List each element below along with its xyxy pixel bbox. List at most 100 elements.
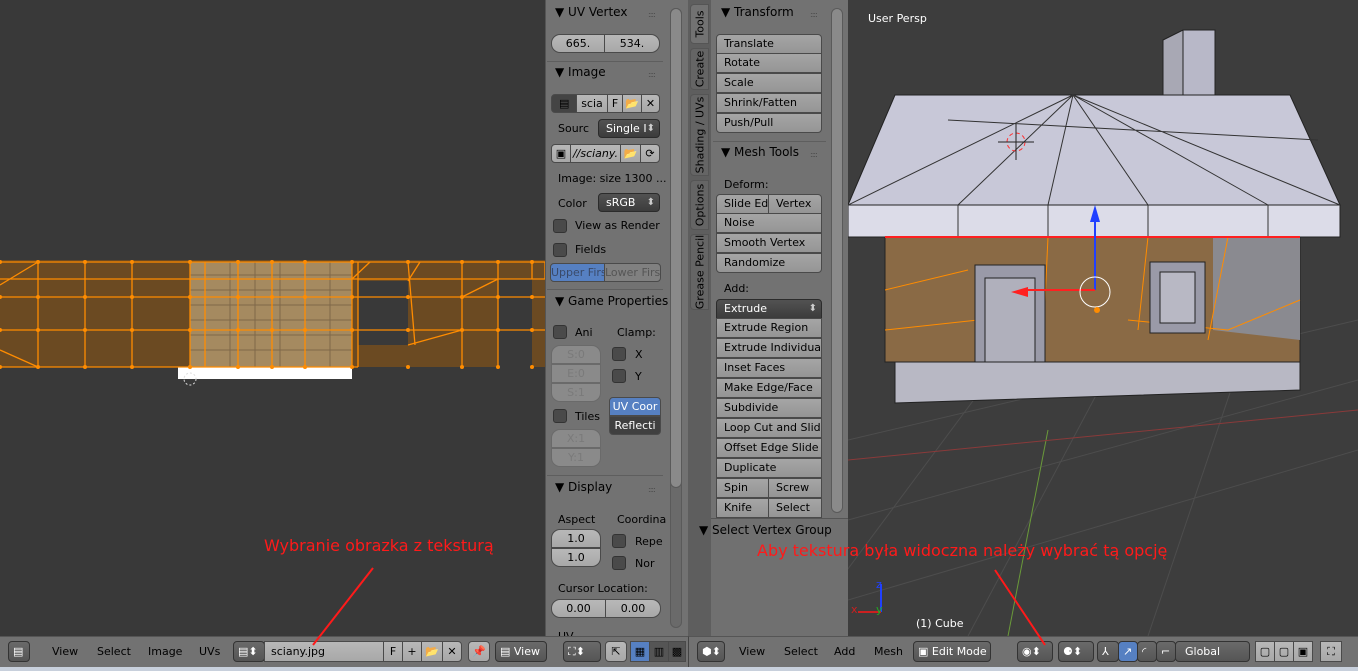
view-mode-dropdown[interactable]: ▤ View	[495, 641, 547, 662]
make-edge-face-button[interactable]: Make Edge/Face	[716, 378, 822, 398]
normalized-checkbox[interactable]	[612, 556, 626, 570]
uv-vertex[interactable]	[496, 260, 500, 264]
speed-field[interactable]: S:1	[551, 383, 601, 402]
uv-vertex-panel-header[interactable]: ▼ UV Vertex	[555, 5, 627, 19]
close-icon[interactable]: ✕	[641, 94, 660, 113]
uv-vertex[interactable]	[188, 260, 192, 264]
view-as-render-checkbox[interactable]	[553, 219, 567, 233]
uv-vertex-x-field[interactable]: 665.	[551, 34, 605, 53]
randomize-button[interactable]: Randomize	[716, 253, 822, 273]
fields-checkbox[interactable]	[553, 243, 567, 257]
knife-button[interactable]: Knife	[716, 498, 769, 518]
properties-scroll-thumb[interactable]	[670, 8, 682, 488]
new-image-icon[interactable]: +	[402, 641, 422, 662]
rotate-manipulator-icon[interactable]: ◜	[1137, 641, 1157, 662]
start-frame-field[interactable]: S:0	[551, 345, 601, 364]
uv-vertex[interactable]	[236, 365, 240, 369]
upper-first-toggle[interactable]: Upper Firs	[550, 263, 605, 282]
transform-panel-header[interactable]: ▼ Transform	[721, 5, 794, 19]
clamp-y-checkbox[interactable]	[612, 369, 626, 383]
uv-vertex[interactable]	[350, 365, 354, 369]
image-browse-icon[interactable]: ▤⬍	[233, 641, 265, 662]
image-panel-header[interactable]: ▼ Image	[555, 65, 606, 79]
uv-vertex[interactable]	[460, 365, 464, 369]
reflection-toggle[interactable]: Reflecti	[609, 416, 661, 435]
uv-vertex[interactable]	[270, 295, 274, 299]
drag-grip-icon[interactable]: ::::	[648, 70, 656, 79]
duplicate-button[interactable]: Duplicate	[716, 458, 822, 478]
pivot-point-dropdown[interactable]: ⚈⬍	[1058, 641, 1094, 662]
select-vertex-group-header[interactable]: ▼ Select Vertex Group	[699, 523, 832, 537]
scale-manipulator-icon[interactable]: ⌐	[1156, 641, 1176, 662]
uv-vertex[interactable]	[270, 328, 274, 332]
inset-faces-button[interactable]: Inset Faces	[716, 358, 822, 378]
menu-select[interactable]: Select	[97, 645, 131, 658]
uv-vertex[interactable]	[36, 328, 40, 332]
rotate-button[interactable]: Rotate	[716, 53, 822, 73]
uv-vertex[interactable]	[530, 295, 534, 299]
image-name-field[interactable]: scia	[576, 94, 608, 113]
mode-dropdown[interactable]: ▣ Edit Mode	[913, 641, 991, 662]
smooth-vertex-button[interactable]: Smooth Vertex	[716, 233, 822, 253]
loop-cut-slide-button[interactable]: Loop Cut and Slide	[716, 418, 822, 438]
drag-grip-icon[interactable]: ::::	[810, 150, 818, 159]
viewport-shading-dropdown[interactable]: ◉⬍	[1017, 641, 1053, 662]
screw-button[interactable]: Screw	[768, 478, 822, 498]
uv-vertex[interactable]	[530, 328, 534, 332]
face-select-icon[interactable]: ▩	[668, 641, 686, 662]
manipulator-toggle-icon[interactable]: ⅄	[1097, 641, 1119, 662]
aspect-y-field[interactable]: 1.0	[551, 548, 601, 567]
extrude-individual-button[interactable]: Extrude Individual	[716, 338, 822, 358]
shrink-fatten-button[interactable]: Shrink/Fatten	[716, 93, 822, 113]
slide-vertex-button[interactable]: Vertex	[768, 194, 822, 214]
uv-vertex[interactable]	[130, 328, 134, 332]
lower-first-toggle[interactable]: Lower Firs	[604, 263, 661, 282]
scale-button[interactable]: Scale	[716, 73, 822, 93]
uv-vertex[interactable]	[460, 295, 464, 299]
menu-view[interactable]: View	[739, 645, 765, 658]
uv-vertex[interactable]	[406, 328, 410, 332]
menu-uvs[interactable]: UVs	[199, 645, 220, 658]
uv-vertex[interactable]	[406, 260, 410, 264]
noise-button[interactable]: Noise	[716, 213, 822, 233]
tools-scrollbar[interactable]	[831, 8, 843, 513]
uv-vertex[interactable]	[236, 328, 240, 332]
uv-vertex[interactable]	[460, 328, 464, 332]
translate-button[interactable]: Translate	[716, 34, 822, 54]
uv-vertex[interactable]	[188, 365, 192, 369]
animated-checkbox[interactable]	[553, 325, 567, 339]
uv-vertex[interactable]	[36, 365, 40, 369]
face-select-mode-icon[interactable]: ▣	[1293, 641, 1313, 662]
tiles-y-field[interactable]: Y:1	[551, 448, 601, 467]
fake-user-button[interactable]: F	[383, 641, 403, 662]
menu-image[interactable]: Image	[148, 645, 182, 658]
tab-tools[interactable]: Tools	[690, 4, 709, 44]
uv-vertex[interactable]	[130, 295, 134, 299]
color-space-dropdown[interactable]: sRGB	[598, 193, 660, 212]
tab-create[interactable]: Create	[690, 48, 709, 90]
uv-vertex[interactable]	[83, 328, 87, 332]
uv-vertex[interactable]	[236, 260, 240, 264]
cursor-y-field[interactable]: 0.00	[605, 599, 661, 618]
uv-vertex[interactable]	[406, 365, 410, 369]
extrude-dropdown[interactable]: Extrude	[716, 299, 822, 319]
offset-edge-slide-button[interactable]: Offset Edge Slide	[716, 438, 822, 458]
orientation-dropdown[interactable]: Global	[1175, 641, 1250, 662]
repeat-checkbox[interactable]	[612, 534, 626, 548]
slide-edge-button[interactable]: Slide Ed	[716, 194, 769, 214]
pack-icon[interactable]: ▣	[551, 144, 571, 163]
uv-vertex[interactable]	[303, 260, 307, 264]
drag-grip-icon[interactable]: ::::	[648, 10, 656, 19]
tiles-x-field[interactable]: X:1	[551, 429, 601, 448]
pivot-icon[interactable]: ⛶⬍	[563, 641, 601, 662]
menu-select[interactable]: Select	[784, 645, 818, 658]
sync-selection-icon[interactable]: ⇱	[605, 641, 627, 662]
push-pull-button[interactable]: Push/Pull	[716, 113, 822, 133]
mesh-tools-panel-header[interactable]: ▼ Mesh Tools	[721, 145, 799, 159]
image-browse-icon[interactable]: ▤	[551, 94, 577, 113]
extrude-region-button[interactable]: Extrude Region	[716, 318, 822, 338]
uv-vertex[interactable]	[406, 295, 410, 299]
reload-icon[interactable]: ⟳	[640, 144, 660, 163]
end-frame-field[interactable]: E:0	[551, 364, 601, 383]
uv-vertex[interactable]	[530, 260, 534, 264]
